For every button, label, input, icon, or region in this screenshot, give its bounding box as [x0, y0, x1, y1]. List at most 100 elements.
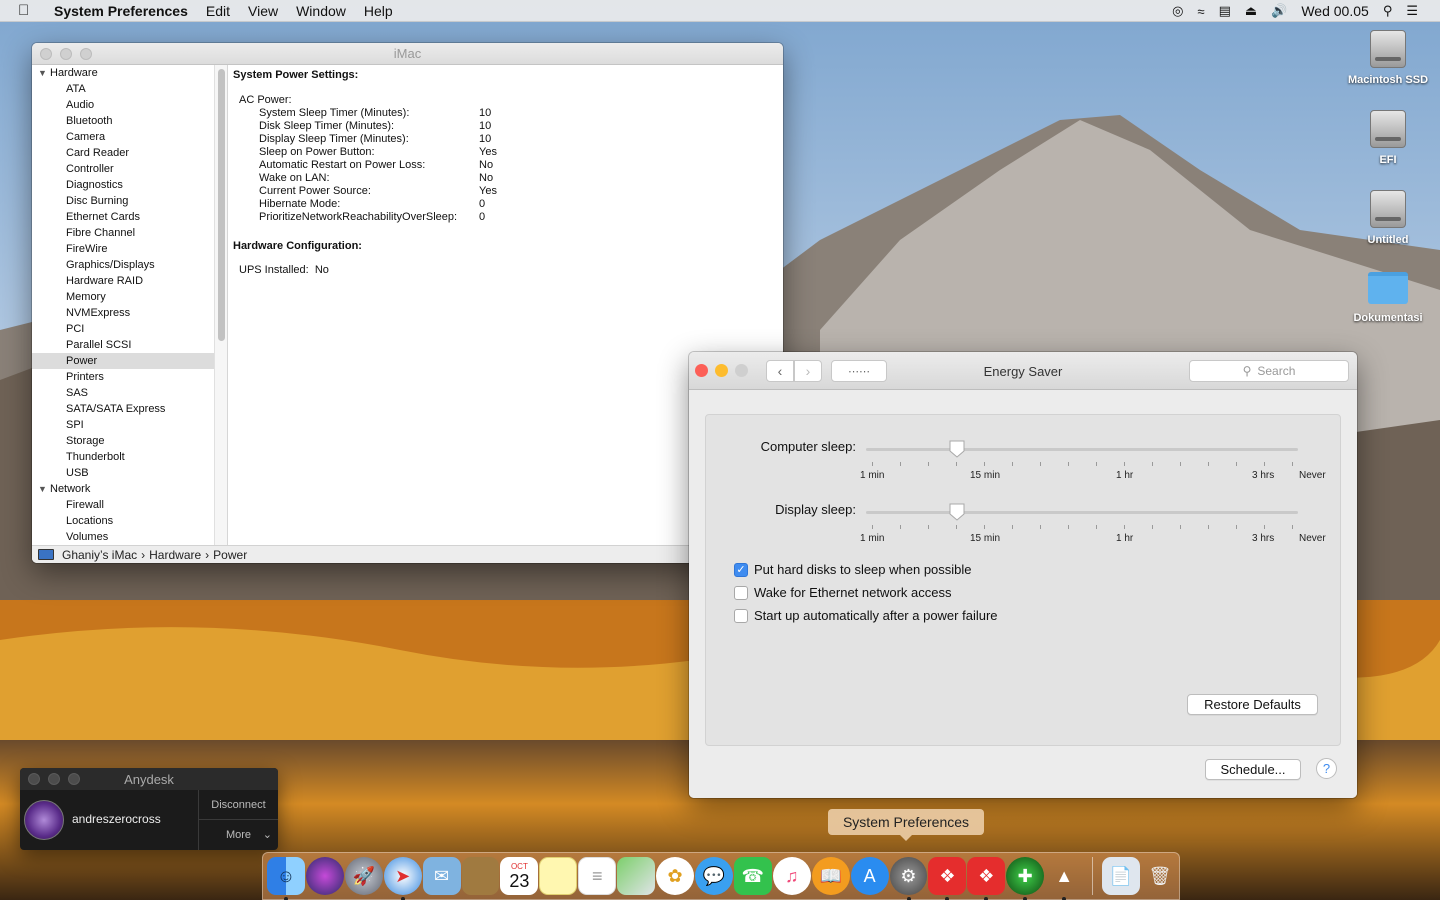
menu-help[interactable]: Help: [364, 3, 393, 19]
checkbox-hard-disk-sleep[interactable]: ✓ Put hard disks to sleep when possible: [734, 562, 972, 577]
sidebar-item-fibre-channel[interactable]: Fibre Channel: [32, 225, 214, 241]
desktop-icon-efi[interactable]: EFI: [1343, 110, 1433, 166]
disclosure-triangle-icon[interactable]: ▼: [38, 481, 50, 497]
app-store-icon[interactable]: A: [850, 857, 889, 895]
safari-icon[interactable]: ➤: [383, 857, 422, 900]
eject-icon[interactable]: ⏏: [1245, 3, 1257, 19]
maps-icon[interactable]: [617, 857, 656, 895]
path-item-computer[interactable]: Ghaniy’s iMac: [62, 548, 137, 562]
checkbox-startup-power-failure[interactable]: Start up automatically after a power fai…: [734, 608, 998, 623]
sidebar-item-printers[interactable]: Printers: [32, 369, 214, 385]
sidebar-item-spi[interactable]: SPI: [32, 417, 214, 433]
sidebar-item-hardware-raid[interactable]: Hardware RAID: [32, 273, 214, 289]
apple-menu-icon[interactable]: : [18, 2, 38, 19]
slider-knob[interactable]: [949, 503, 965, 521]
checkbox-checked[interactable]: ✓: [734, 562, 748, 577]
checkbox-wake-ethernet[interactable]: Wake for Ethernet network access: [734, 585, 952, 600]
sidebar-item-usb[interactable]: USB: [32, 465, 214, 481]
calendar-icon[interactable]: OCT 23: [500, 857, 539, 895]
disk-tool-icon[interactable]: ▲: [1045, 857, 1083, 900]
sidebar-item-firewire[interactable]: FireWire: [32, 241, 214, 257]
sidebar-item-power[interactable]: Power: [32, 353, 214, 369]
documents-stack-icon[interactable]: 📄: [1102, 857, 1140, 895]
zoom-button[interactable]: [80, 47, 92, 60]
disconnect-button[interactable]: Disconnect: [199, 790, 278, 820]
sidebar-item-storage[interactable]: Storage: [32, 433, 214, 449]
desktop-icon-dokumentasi[interactable]: Dokumentasi: [1343, 272, 1433, 324]
path-item-hardware[interactable]: Hardware: [149, 548, 201, 562]
scrollbar-thumb[interactable]: [218, 69, 225, 341]
menu-view[interactable]: View: [248, 3, 278, 19]
anydesk-alt-icon[interactable]: ❖: [967, 857, 1006, 900]
contacts-icon[interactable]: [461, 857, 500, 895]
slider-knob[interactable]: [949, 440, 965, 458]
reminders-icon[interactable]: ≡: [578, 857, 617, 895]
ibooks-icon[interactable]: 📖: [811, 857, 850, 895]
launchpad-icon[interactable]: 🚀: [344, 857, 383, 895]
messages-icon[interactable]: 💬: [695, 857, 733, 895]
help-button[interactable]: ?: [1316, 758, 1337, 779]
slider-track[interactable]: [866, 448, 1298, 451]
slider-track[interactable]: [866, 511, 1298, 514]
disclosure-triangle-icon[interactable]: ▼: [38, 65, 50, 81]
window-toolbar[interactable]: ‹ › ⋯⋯ Energy Saver ⚲ Search: [689, 352, 1357, 390]
spotlight-search-icon[interactable]: ⚲: [1383, 3, 1393, 19]
sidebar-item-nvmexpress[interactable]: NVMExpress: [32, 305, 214, 321]
sidebar-item-bluetooth[interactable]: Bluetooth: [32, 113, 214, 129]
sidebar-item-memory[interactable]: Memory: [32, 289, 214, 305]
anydesk-icon[interactable]: ❖: [928, 857, 967, 900]
app-menu[interactable]: System Preferences: [54, 3, 188, 19]
sidebar-item-ata[interactable]: ATA: [32, 81, 214, 97]
path-item-power[interactable]: Power: [213, 548, 247, 562]
notification-center-icon[interactable]: ☰: [1406, 3, 1418, 19]
desktop-icon-macintosh-ssd[interactable]: Macintosh SSD: [1343, 30, 1433, 86]
sidebar-item-disc-burning[interactable]: Disc Burning: [32, 193, 214, 209]
sidebar-item-graphics-displays[interactable]: Graphics/Displays: [32, 257, 214, 273]
sidebar-item-sas[interactable]: SAS: [32, 385, 214, 401]
mail-stamp-icon[interactable]: ✉: [422, 857, 461, 895]
finder-icon[interactable]: ☺: [267, 857, 305, 900]
minimize-button[interactable]: [60, 47, 72, 60]
restore-defaults-button[interactable]: Restore Defaults: [1187, 694, 1318, 715]
sidebar-item-pci[interactable]: PCI: [32, 321, 214, 337]
trash-icon[interactable]: 🗑: [1141, 857, 1179, 895]
menu-window[interactable]: Window: [296, 3, 346, 19]
sidebar-item-locations[interactable]: Locations: [32, 513, 214, 529]
notes-icon[interactable]: [539, 857, 578, 895]
sidebar-scrollbar[interactable]: [214, 65, 228, 563]
siri-icon[interactable]: [305, 857, 344, 895]
activity-monitor-icon[interactable]: ▤: [1219, 3, 1231, 19]
sidebar-item-audio[interactable]: Audio: [32, 97, 214, 113]
sidebar-item-sata-sata-express[interactable]: SATA/SATA Express: [32, 401, 214, 417]
checkbox-unchecked[interactable]: [734, 585, 748, 600]
facetime-icon[interactable]: ☎: [733, 857, 772, 895]
checkbox-unchecked[interactable]: [734, 608, 748, 623]
more-button[interactable]: More ⌄: [199, 820, 278, 850]
nvidia-icon[interactable]: ◎: [1172, 3, 1183, 19]
menu-edit[interactable]: Edit: [206, 3, 230, 19]
utility-icon[interactable]: ✚: [1006, 857, 1045, 900]
close-button[interactable]: [40, 47, 52, 60]
photos-icon[interactable]: ✿: [656, 857, 694, 895]
volume-icon[interactable]: 🔊: [1271, 3, 1287, 19]
sidebar-group-network[interactable]: ▼ Network: [32, 481, 214, 497]
wifi-icon[interactable]: ≈: [1197, 4, 1204, 19]
search-field[interactable]: ⚲ Search: [1189, 360, 1349, 382]
sidebar-item-ethernet-cards[interactable]: Ethernet Cards: [32, 209, 214, 225]
sidebar-item-volumes[interactable]: Volumes: [32, 529, 214, 545]
sidebar-item-card-reader[interactable]: Card Reader: [32, 145, 214, 161]
sidebar-item-camera[interactable]: Camera: [32, 129, 214, 145]
window-titlebar[interactable]: iMac: [32, 43, 783, 65]
desktop-icon-untitled[interactable]: Untitled: [1343, 190, 1433, 246]
sidebar-item-diagnostics[interactable]: Diagnostics: [32, 177, 214, 193]
window-titlebar[interactable]: Anydesk: [20, 768, 278, 790]
itunes-icon[interactable]: ♫: [772, 857, 811, 895]
system-preferences-icon[interactable]: ⚙: [889, 857, 928, 900]
schedule-button[interactable]: Schedule...: [1205, 759, 1301, 780]
clock[interactable]: Wed 00.05: [1301, 3, 1368, 19]
sidebar-item-controller[interactable]: Controller: [32, 161, 214, 177]
sidebar-item-firewall[interactable]: Firewall: [32, 497, 214, 513]
sidebar-item-thunderbolt[interactable]: Thunderbolt: [32, 449, 214, 465]
sidebar-group-hardware[interactable]: ▼ Hardware: [32, 65, 214, 81]
sidebar-item-parallel-scsi[interactable]: Parallel SCSI: [32, 337, 214, 353]
